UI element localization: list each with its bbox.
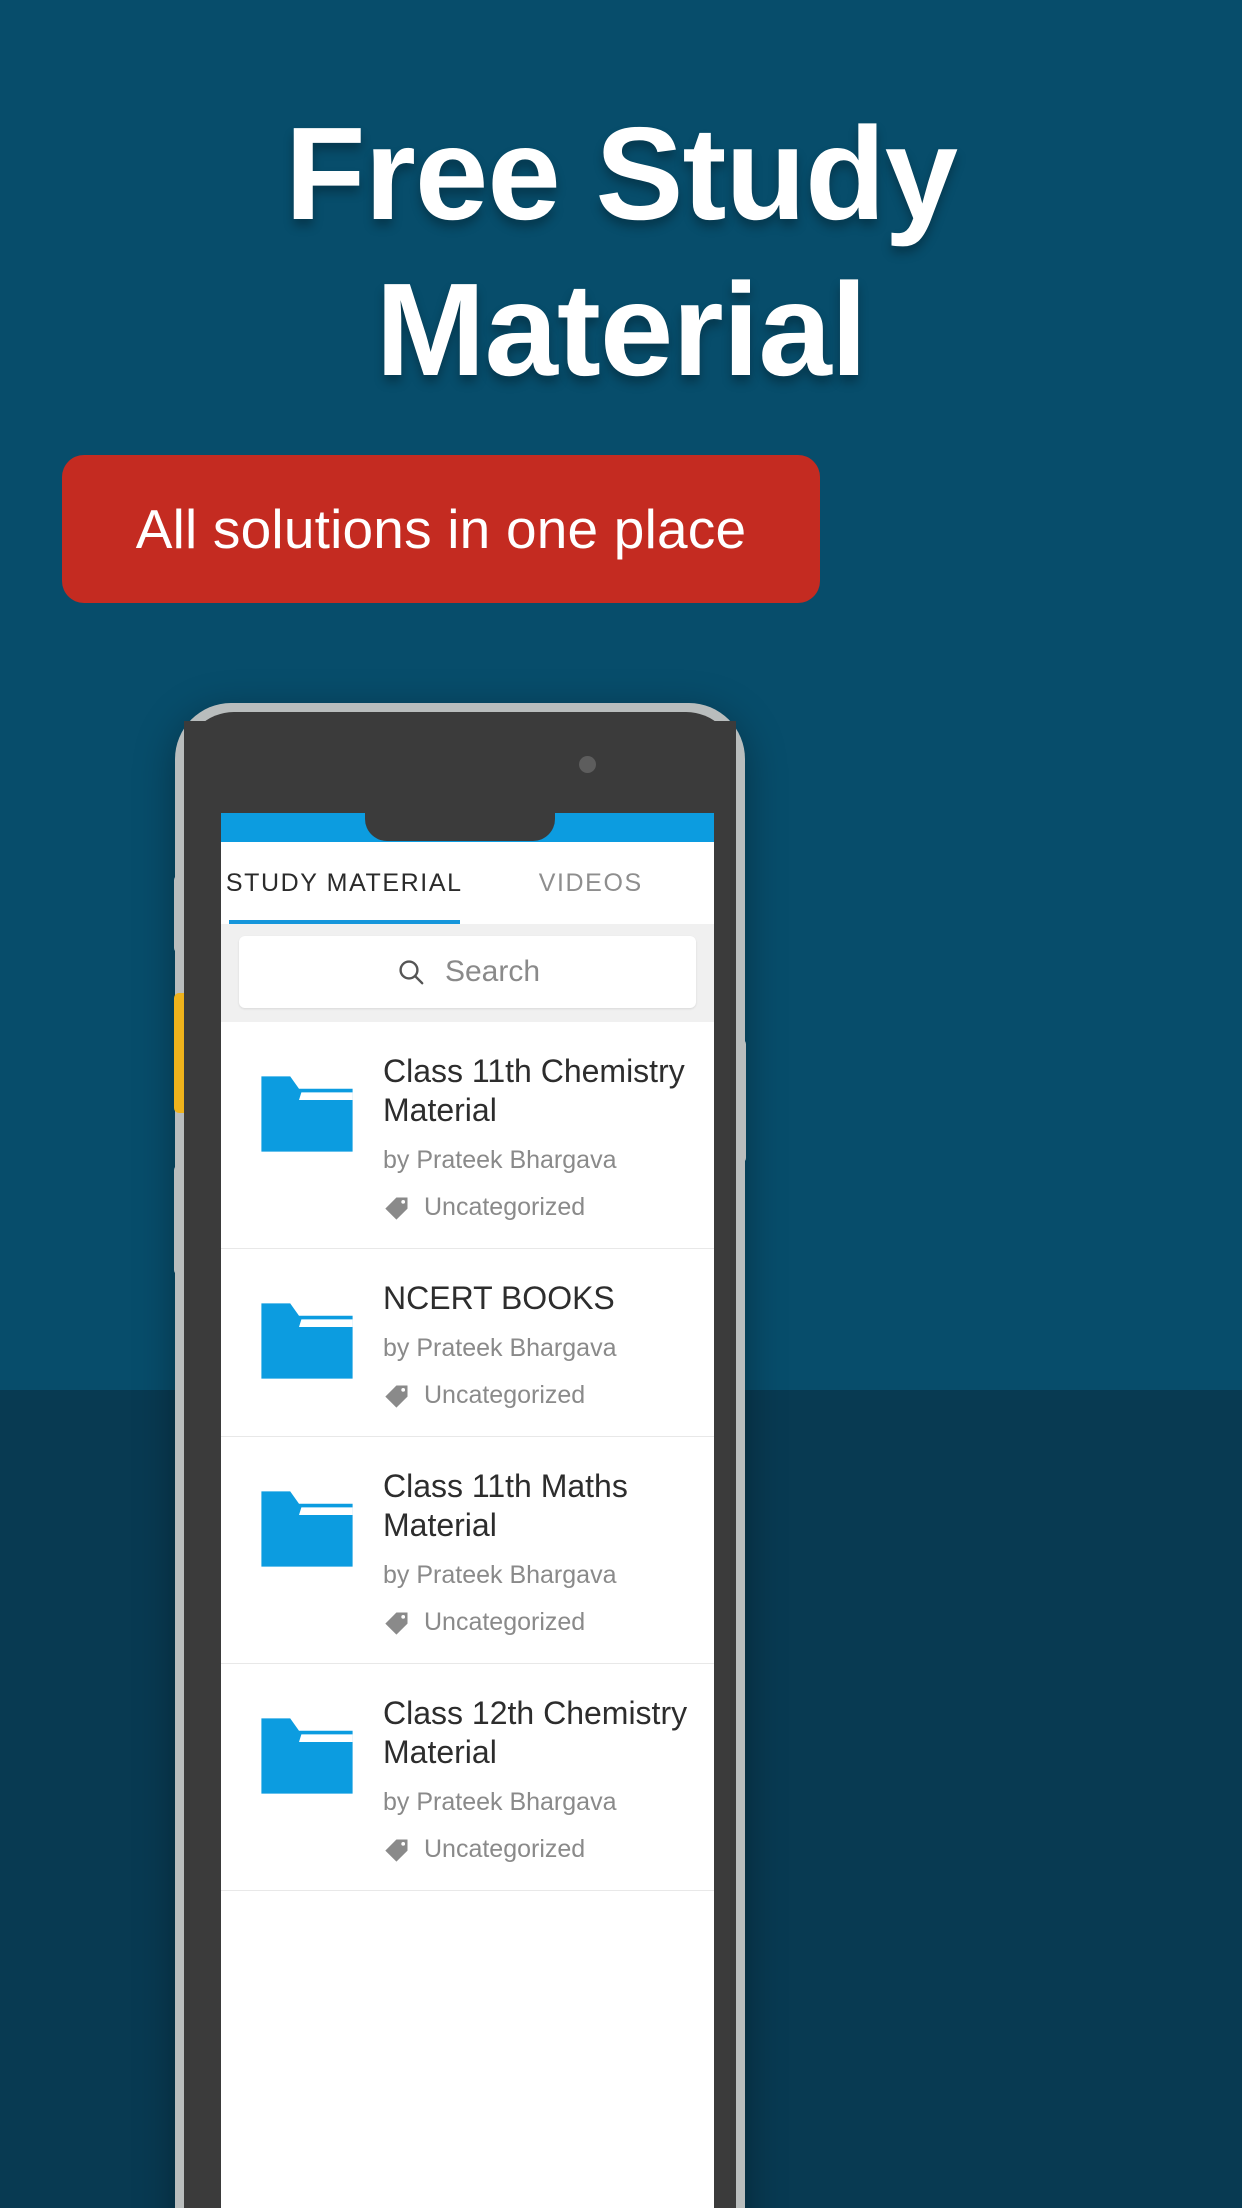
- tab-bar: STUDY MATERIAL VIDEOS: [221, 842, 714, 924]
- promo-banner: All solutions in one place: [62, 455, 820, 603]
- list-item-tag-row: Uncategorized: [383, 1608, 694, 1637]
- list-item-body: NCERT BOOKS by Prateek Bhargava Uncatego…: [383, 1275, 694, 1410]
- list-item-title: Class 11th Chemistry Material: [383, 1053, 685, 1129]
- folder-icon-glyph: [261, 1303, 353, 1379]
- list-item-tag: Uncategorized: [424, 1381, 586, 1410]
- list-item-tag-row: Uncategorized: [383, 1381, 694, 1410]
- list-item-tag: Uncategorized: [424, 1193, 586, 1222]
- tab-study-material[interactable]: STUDY MATERIAL: [221, 842, 468, 924]
- search-icon: [399, 960, 424, 985]
- tag-icon: [385, 1612, 408, 1635]
- folder-icon-glyph: [261, 1491, 353, 1567]
- list-item-tag-row: Uncategorized: [383, 1835, 694, 1864]
- promo-banner-text: All solutions in one place: [135, 498, 747, 560]
- search-placeholder: Search: [444, 955, 541, 988]
- phone-mockup: Study Material STUDY MATERIAL VIDEOS Sea…: [174, 703, 746, 2208]
- list-item-author: by Prateek Bhargava: [383, 1561, 617, 1590]
- folder-icon: [241, 1463, 373, 1569]
- tag-icon: [385, 1197, 408, 1220]
- list-item-title: Class 12th Chemistry Material: [383, 1695, 688, 1771]
- tag-icon: [385, 1839, 408, 1862]
- app-bar: Study Material: [221, 746, 714, 842]
- phone-body: Study Material STUDY MATERIAL VIDEOS Sea…: [184, 712, 736, 2208]
- app-bar-title: Study Material: [361, 776, 564, 811]
- list-item[interactable]: NCERT BOOKS by Prateek Bhargava Uncatego…: [221, 1249, 714, 1438]
- list-item-body: Class 11th Maths Material by Prateek Bha…: [383, 1463, 694, 1637]
- front-camera-icon: [579, 756, 596, 773]
- folder-icon-glyph: [261, 1718, 353, 1794]
- list-item-tag-row: Uncategorized: [383, 1193, 694, 1222]
- page-title: Free Study Material: [284, 100, 958, 403]
- tab-label: STUDY MATERIAL: [225, 868, 463, 897]
- filter-funnel-icon: [662, 783, 690, 808]
- folder-icon: [241, 1048, 373, 1154]
- folder-icon: [241, 1275, 373, 1381]
- search-input[interactable]: Search: [239, 936, 696, 1008]
- list-item-author: by Prateek Bhargava: [383, 1788, 617, 1817]
- list-item-body: Class 11th Chemistry Material by Prateek…: [383, 1048, 694, 1222]
- list-item-tag: Uncategorized: [424, 1608, 586, 1637]
- list-item-body: Class 12th Chemistry Material by Prateek…: [383, 1690, 694, 1864]
- tag-icon: [385, 1385, 408, 1408]
- list-item-title: NCERT BOOKS: [383, 1280, 615, 1317]
- list-item[interactable]: Class 11th Chemistry Material by Prateek…: [221, 1022, 714, 1250]
- tab-videos[interactable]: VIDEOS: [468, 842, 715, 924]
- phone-screen: Study Material STUDY MATERIAL VIDEOS Sea…: [221, 746, 714, 2208]
- search-container: Search: [221, 924, 714, 1022]
- list-item-author: by Prateek Bhargava: [383, 1334, 617, 1363]
- tab-label: VIDEOS: [538, 868, 643, 897]
- folder-icon-glyph: [261, 1076, 353, 1152]
- filter-button[interactable]: [654, 772, 698, 816]
- list-item[interactable]: Class 12th Chemistry Material by Prateek…: [221, 1664, 714, 1892]
- list-item-title: Class 11th Maths Material: [383, 1468, 628, 1544]
- folder-icon: [241, 1690, 373, 1796]
- study-material-list: Class 11th Chemistry Material by Prateek…: [221, 1022, 714, 1892]
- list-item-author: by Prateek Bhargava: [383, 1146, 617, 1175]
- list-item-tag: Uncategorized: [424, 1835, 586, 1864]
- list-item[interactable]: Class 11th Maths Material by Prateek Bha…: [221, 1437, 714, 1665]
